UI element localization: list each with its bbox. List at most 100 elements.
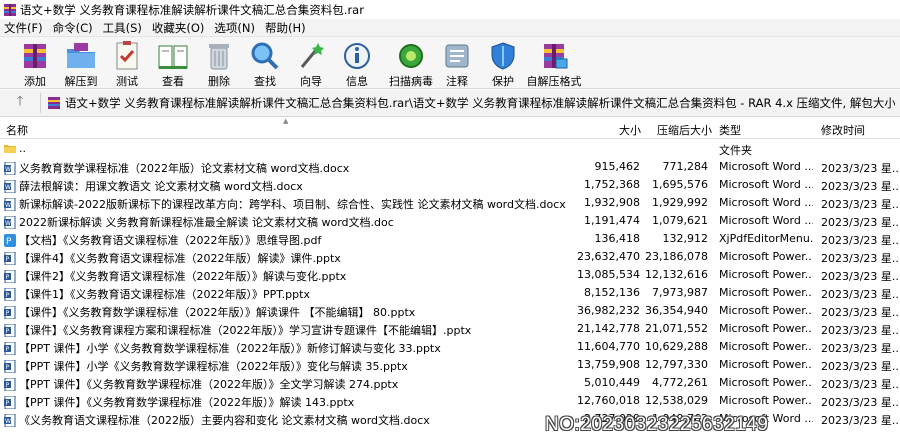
file-size: 1,191,474 [584, 214, 640, 227]
extract-to-button[interactable]: 解压到 [58, 37, 104, 89]
file-name-cell: W 2022新课标解读 义务教育新课程标准最全解读 论文素材文稿 word文档.d… [4, 214, 394, 230]
file-modified: 2023/3/23 星... [821, 216, 900, 229]
comment-button[interactable]: 注释 [434, 37, 480, 89]
file-row[interactable]: P 【PPT 课件】《义务教育数学课程标准（2022年版）》全文学习解读 274.… [0, 374, 900, 392]
test-button[interactable]: 测试 [104, 37, 150, 89]
up-arrow-icon[interactable]: 🡑 [0, 92, 40, 114]
file-packed-size: 1,929,992 [652, 196, 708, 209]
file-name: 义务教育数学课程标准（2022年版）论文素材文稿 word文档.docx [19, 162, 350, 175]
menu-options[interactable]: 选项(N) [214, 20, 255, 36]
column-modified[interactable]: 修改时间 [821, 122, 865, 138]
file-name: 【PPT 课件】小学《义务教育数学课程标准（2022年版）》新修订解读与变化 3… [19, 342, 441, 355]
file-type: Microsoft Power... [719, 376, 813, 389]
file-name: 【PPT 课件】《义务教育数学课程标准（2022年版）》全文学习解读 274.p… [19, 378, 399, 391]
file-modified: 2023/3/23 星... [821, 414, 900, 427]
file-name-cell: .. [4, 142, 26, 155]
svg-text:P: P [6, 346, 10, 353]
file-row[interactable]: W 新课标解读-2022版新课标下的课程改革方向：跨学科、项目制、综合性、实践性 … [0, 194, 900, 212]
column-size[interactable]: 大小 [619, 122, 641, 138]
file-name: 【课件】《义务教育数学课程标准（2022年版）》解读课件 【不能编辑】 80.p… [19, 306, 416, 319]
file-row[interactable]: P 【课件2】《义务教育语文课程标准（2022年版）》解读与变化.pptx 13,0… [0, 266, 900, 284]
svg-text:P: P [6, 237, 12, 247]
ppt-icon: P [4, 323, 16, 337]
file-name-cell: W 新课标解读-2022版新课标下的课程改革方向：跨学科、项目制、综合性、实践性 … [4, 196, 566, 212]
add-icon [24, 44, 46, 68]
sfx-button[interactable]: 自解压格式 [526, 37, 582, 89]
file-packed-size: 12,538,029 [645, 394, 708, 407]
svg-text:W: W [5, 202, 11, 209]
virus-scan-button[interactable]: 扫描病毒 [388, 37, 434, 89]
file-size: 12,760,018 [577, 394, 640, 407]
file-name-cell: P 【课件1】《义务教育语文课程标准（2022年版）》PPT.pptx [4, 286, 310, 302]
file-name: 2022新课标解读 义务教育新课程标准最全解读 论文素材文稿 word文档.do… [19, 216, 394, 229]
column-packed[interactable]: 压缩后大小 [657, 122, 712, 138]
find-button[interactable]: 查找 [242, 37, 288, 89]
file-modified: 2023/3/23 星... [821, 306, 900, 319]
info-icon [344, 43, 370, 69]
delete-button[interactable]: 删除 [196, 37, 242, 89]
wizard-button[interactable]: 向导 [288, 37, 334, 89]
file-modified: 2023/3/23 星... [821, 198, 900, 211]
view-button[interactable]: 查看 [150, 37, 196, 89]
file-row[interactable]: .. 文件夹 [0, 140, 900, 158]
pdf-icon: P [4, 233, 16, 247]
file-row[interactable]: P 【PPT 课件】《义务教育数学课程标准（2022年版）》解读 143.pptx… [0, 392, 900, 410]
file-modified: 2023/3/23 星... [821, 270, 900, 283]
test-icon [116, 41, 138, 70]
file-type: Microsoft Word ... [719, 160, 813, 173]
file-row[interactable]: W 薛法根解读：用课文教语文 论文素材文稿 word文档.docx 1,752,36… [0, 176, 900, 194]
word-doc-icon: W [4, 161, 16, 175]
svg-text:P: P [6, 400, 10, 407]
menu-tools[interactable]: 工具(S) [103, 20, 142, 36]
menu-file[interactable]: 文件(F) [4, 20, 43, 36]
file-packed-size: 771,284 [662, 160, 709, 173]
view-icon [158, 45, 188, 69]
file-type: Microsoft Power... [719, 304, 813, 317]
file-packed-size: 10,629,288 [645, 340, 708, 353]
file-row[interactable]: P 【课件4】《义务教育语文课程标准（2022年版）解读》课件.pptx 23,63… [0, 248, 900, 266]
address-path[interactable]: 语文+数学 义务教育课程标准解读解析课件文稿汇总合集资料包.rar\语文+数学 … [65, 95, 895, 111]
add-button[interactable]: 添加 [12, 37, 58, 89]
svg-text:P: P [6, 382, 10, 389]
virus-scan-icon [399, 44, 423, 68]
file-row[interactable]: P 【课件】《义务教育数学课程标准（2022年版）》解读课件 【不能编辑】 80.… [0, 302, 900, 320]
file-packed-size: 132,912 [662, 232, 709, 245]
file-name: 【PPT 课件】《义务教育数学课程标准（2022年版）》解读 143.pptx [19, 396, 355, 409]
file-size: 11,604,770 [577, 340, 640, 353]
file-row[interactable]: W 义务教育数学课程标准（2022年版）论文素材文稿 word文档.docx 915… [0, 158, 900, 176]
file-row[interactable]: P 【课件1】《义务教育语文课程标准（2022年版）》PPT.pptx 8,152,… [0, 284, 900, 302]
menu-commands[interactable]: 命令(C) [53, 20, 93, 36]
sfx-icon [544, 44, 568, 69]
file-name-cell: W 《义务教育语文课程标准（2022版）主要内容和变化 论文素材文稿 word文档… [4, 412, 430, 428]
file-packed-size: 12,132,616 [645, 268, 708, 281]
file-modified: 2023/3/23 星... [821, 396, 900, 409]
info-button[interactable]: 信息 [334, 37, 380, 89]
file-name: 薛法根解读：用课文教语文 论文素材文稿 word文档.docx [19, 180, 303, 193]
file-row[interactable]: P 【PPT 课件】小学《义务教育数学课程标准（2022年版）》变化与解读 35.… [0, 356, 900, 374]
file-name-cell: P 【课件2】《义务教育语文课程标准（2022年版）》解读与变化.pptx [4, 268, 346, 284]
menu-favorites[interactable]: 收藏夹(O) [152, 20, 205, 36]
word-doc-icon: W [4, 197, 16, 211]
column-name[interactable]: 名称 [6, 122, 28, 138]
sfx-label: 自解压格式 [526, 75, 582, 88]
address-separator [40, 93, 41, 113]
menu-help[interactable]: 帮助(H) [265, 20, 306, 36]
svg-text:W: W [5, 418, 11, 425]
file-packed-size: 4,772,261 [652, 376, 708, 389]
column-type[interactable]: 类型 [719, 122, 741, 138]
file-row[interactable]: P 【课件】《义务教育课程方案和课程标准（2022年版）》学习宣讲专题课件【不能编… [0, 320, 900, 338]
protect-button[interactable]: 保护 [480, 37, 526, 89]
file-type: Microsoft Word ... [719, 214, 813, 227]
svg-text:P: P [6, 292, 10, 299]
file-row[interactable]: W 2022新课标解读 义务教育新课程标准最全解读 论文素材文稿 word文档.d… [0, 212, 900, 230]
file-row[interactable]: P 【文档】《义务教育语文课程标准（2022年版）》思维导图.pdf 136,418… [0, 230, 900, 248]
svg-text:P: P [6, 328, 10, 335]
file-row[interactable]: P 【PPT 课件】小学《义务教育数学课程标准（2022年版）》新修订解读与变化 … [0, 338, 900, 356]
file-type: Microsoft Word ... [719, 178, 813, 191]
svg-text:P: P [6, 256, 10, 263]
winrar-app-icon [3, 3, 17, 17]
file-type: XjPdfEditorMenu... [719, 232, 813, 245]
wizard-icon [300, 43, 324, 68]
toolbar: 添加 解压到 测试 查看 删除 查找 向导 信息 扫描病毒 注释 保护 自解压格… [0, 37, 900, 89]
file-size: 36,982,232 [577, 304, 640, 317]
